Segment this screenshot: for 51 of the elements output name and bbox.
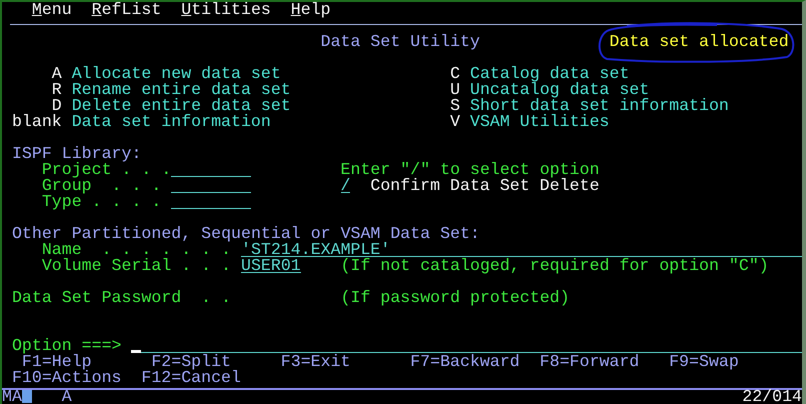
option-label: Rename entire data set [72,82,292,98]
mode-indicator: A [62,390,72,404]
field-label: Type . . . . [42,194,162,210]
function-key[interactable]: F12=Cancel [141,370,271,386]
option-label: Allocate new data set [72,66,282,82]
field-label: Option ===> [12,338,122,354]
section-heading: ISPF Library: [12,146,142,162]
option-key: R [12,82,62,98]
option-label: Catalog data set [470,66,630,82]
option-key: blank [12,114,62,130]
field-label: Volume Serial . . . [42,258,232,274]
option-key: U [450,82,460,98]
section-heading: Other Partitioned, Sequential or VSAM Data Set: [12,226,480,242]
option-key: A [12,66,62,82]
input-field[interactable]: USER01 [240,258,301,273]
option-label: Uncatalog data set [470,82,650,98]
option-label: Confirm Data Set Delete [370,178,600,194]
field-label: Group . . . [42,178,162,194]
input-field[interactable]: 'ST214.EXAMPLE' [240,242,802,257]
menu-item[interactable]: Menu [32,2,72,18]
option-label: Delete entire data set [72,98,292,114]
status-message: Data set allocated [609,32,789,51]
menu-item[interactable]: RefList [92,2,162,18]
option-key: S [450,98,460,114]
hint-text: (If password protected) [340,290,570,306]
option-label: Data set information [72,114,272,130]
function-key[interactable]: F3=Exit [280,354,410,370]
function-key[interactable]: F10=Actions [12,370,142,386]
cursor-position: 22/014 [742,390,802,404]
session-indicator: MA [2,390,22,404]
function-key[interactable]: F8=Forward [540,354,670,370]
field-label: Data Set Password . . [12,290,232,306]
function-key[interactable]: F9=Swap [669,354,799,370]
instruction-text: Enter "/" to select option [340,162,600,178]
menu-item[interactable]: Help [290,2,331,18]
option-label: VSAM Utilities [470,114,610,130]
option-key: C [450,66,460,82]
function-key[interactable]: F2=Split [151,354,281,370]
option-label: Short data set information [470,98,729,114]
cursor-block [22,390,32,403]
option-key: V [450,114,460,130]
menu-item[interactable]: Utilities [181,2,271,18]
field-label: Project . . . [42,162,172,178]
option-key: D [12,98,62,114]
selection-field[interactable]: / [340,178,350,193]
field-label: Name . . . . . . . [42,242,232,258]
function-key[interactable]: F7=Backward [410,354,540,370]
function-key[interactable]: F1=Help [22,354,152,370]
panel-title: Data Set Utility [320,34,480,50]
text-cursor [131,350,142,353]
hint-text: (If not cataloged, required for option "C") [340,258,769,274]
